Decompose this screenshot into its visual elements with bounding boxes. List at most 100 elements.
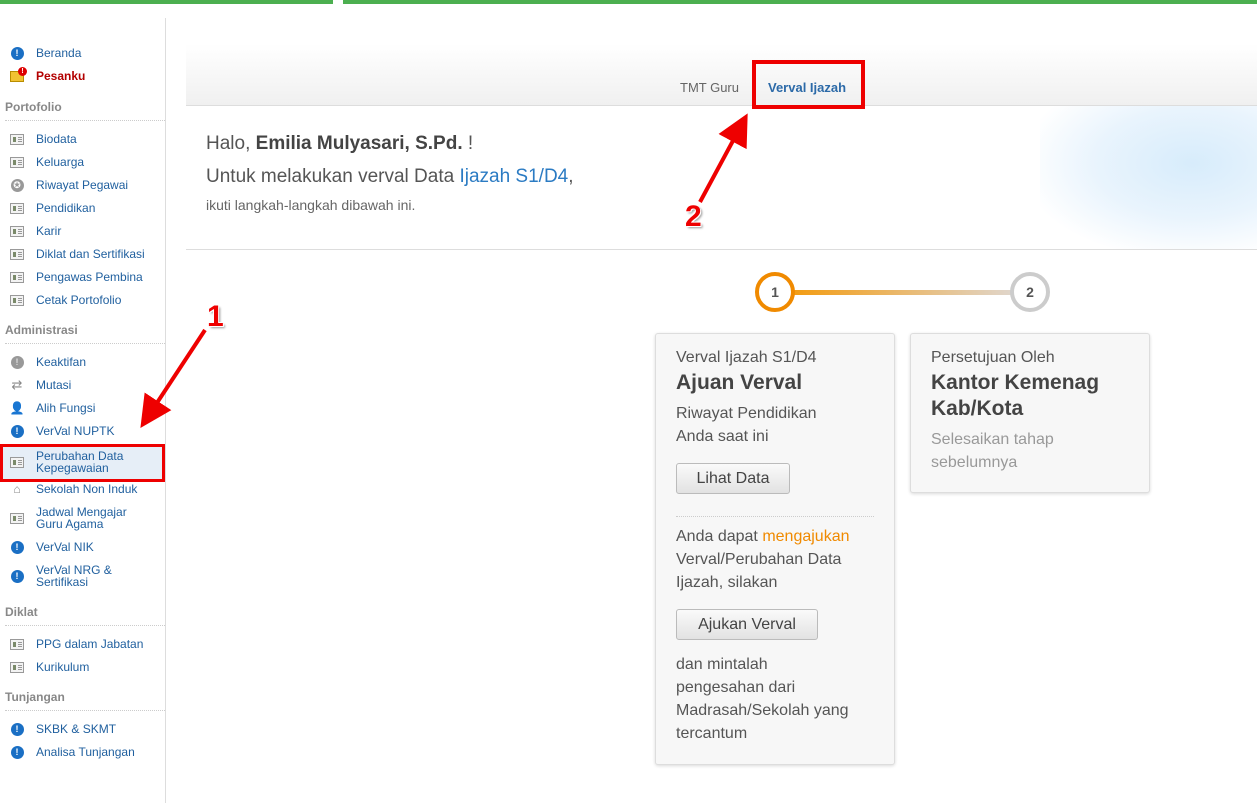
sidebar-item-label: PPG dalam Jabatan bbox=[36, 637, 144, 651]
sidebar-item-biodata[interactable]: Biodata bbox=[0, 132, 166, 146]
sidebar-item-verval-nrg[interactable]: ! VerVal NRG & Sertifikasi bbox=[0, 563, 166, 589]
sidebar-item-perubahan-data-kepegawaian[interactable]: Perubahan Data Kepegawaian bbox=[0, 447, 166, 477]
sidebar-item-label: Keluarga bbox=[36, 155, 85, 169]
sidebar-item-pesanku[interactable]: ! Pesanku bbox=[0, 66, 166, 83]
document-icon bbox=[10, 132, 24, 146]
sidebar-item-label: Analisa Tunjangan bbox=[36, 745, 135, 759]
sidebar-item-label: Biodata bbox=[36, 132, 77, 146]
sidebar-item-label: Mutasi bbox=[36, 378, 72, 392]
sidebar-item-keaktifan[interactable]: ! Keaktifan bbox=[0, 355, 166, 369]
info-icon: ! bbox=[10, 745, 24, 759]
card-paragraph: Verval/Perubahan Data bbox=[676, 551, 842, 568]
section-title-portofolio: Portofolio bbox=[5, 100, 62, 114]
sidebar-item-pendidikan[interactable]: Pendidikan bbox=[0, 201, 166, 215]
badge-icon: ✪ bbox=[10, 178, 24, 192]
top-accent-bar bbox=[0, 0, 1257, 4]
card-paragraph-text: Anda dapat bbox=[676, 528, 758, 545]
document-icon bbox=[10, 270, 24, 284]
sidebar: ! Beranda ! Pesanku Portofolio Biodata K… bbox=[0, 18, 166, 803]
sidebar-item-label: Pengawas Pembina bbox=[36, 270, 143, 284]
sidebar-item-jadwal-mengajar[interactable]: Jadwal Mengajar Guru Agama bbox=[0, 505, 166, 531]
step-progress-line bbox=[793, 290, 1013, 295]
card-footer-text: tercantum bbox=[676, 725, 748, 742]
card-subtitle: Verval Ijazah S1/D4 bbox=[676, 349, 817, 366]
sidebar-item-label: VerVal NUPTK bbox=[36, 424, 115, 438]
sidebar-item-label: Pendidikan bbox=[36, 201, 96, 215]
sidebar-item-label: Cetak Portofolio bbox=[36, 293, 122, 307]
ajukan-verval-button[interactable]: Ajukan Verval bbox=[676, 609, 818, 640]
sidebar-item-karir[interactable]: Karir bbox=[0, 224, 166, 238]
top-accent-notch bbox=[333, 0, 343, 4]
sidebar-item-skbk-skmt[interactable]: ! SKBK & SKMT bbox=[0, 722, 166, 736]
person-icon: 👤 bbox=[9, 401, 25, 415]
sidebar-item-label: VerVal NRG & Sertifikasi bbox=[36, 563, 112, 589]
sidebar-item-label: SKBK & SKMT bbox=[36, 722, 117, 736]
cloud-decoration bbox=[1040, 106, 1257, 249]
sidebar-item-ppg[interactable]: PPG dalam Jabatan bbox=[0, 637, 166, 651]
section-title-tunjangan: Tunjangan bbox=[5, 690, 65, 704]
section-divider bbox=[5, 120, 165, 121]
document-icon bbox=[10, 224, 24, 238]
step-1-circle: 1 bbox=[755, 272, 795, 312]
sidebar-item-mutasi[interactable]: ⇄ Mutasi bbox=[0, 377, 166, 392]
sidebar-item-verval-nik[interactable]: ! VerVal NIK bbox=[0, 540, 166, 554]
info-icon: ! bbox=[10, 540, 24, 554]
sidebar-item-label: VerVal NIK bbox=[36, 540, 94, 554]
highlight-box-verval-tab bbox=[752, 60, 865, 109]
section-title-diklat: Diklat bbox=[5, 605, 38, 619]
tab-bar bbox=[186, 44, 1257, 106]
sidebar-item-kurikulum[interactable]: Kurikulum bbox=[0, 660, 166, 674]
annotation-number-1: 1 bbox=[207, 300, 224, 333]
instruction-line: Untuk melakukan verval Data Ijazah S1/D4… bbox=[206, 166, 574, 188]
lihat-data-button[interactable]: Lihat Data bbox=[676, 463, 790, 494]
sidebar-item-diklat-sertifikasi[interactable]: Diklat dan Sertifikasi bbox=[0, 247, 166, 261]
sidebar-item-label: Sekolah Non Induk bbox=[36, 482, 138, 496]
tab-tmt-guru[interactable]: TMT Guru bbox=[680, 80, 739, 95]
sidebar-item-label: Jadwal Mengajar Guru Agama bbox=[36, 505, 127, 531]
card-divider bbox=[676, 516, 874, 517]
sidebar-item-label: Diklat dan Sertifikasi bbox=[36, 247, 145, 261]
card-footer-text: pengesahan dari bbox=[676, 679, 796, 696]
card-footer-text: dan mintalah bbox=[676, 656, 768, 673]
sidebar-item-label: Kurikulum bbox=[36, 660, 90, 674]
card-subtitle: Persetujuan Oleh bbox=[931, 349, 1055, 366]
step-1-card: Verval Ijazah S1/D4 Ajuan Verval Riwayat… bbox=[655, 333, 895, 765]
document-icon bbox=[10, 155, 24, 169]
section-divider bbox=[5, 343, 165, 344]
sidebar-item-riwayat-pegawai[interactable]: ✪ Riwayat Pegawai bbox=[0, 178, 166, 192]
card-title: Ajuan Verval bbox=[676, 371, 803, 394]
sidebar-item-alih-fungsi[interactable]: 👤 Alih Fungsi bbox=[0, 401, 166, 415]
sidebar-item-keluarga[interactable]: Keluarga bbox=[0, 155, 166, 169]
user-name: Emilia Mulyasari, S.Pd. bbox=[255, 133, 463, 154]
card-note: sebelumnya bbox=[931, 454, 1018, 471]
greeting-line: Halo, Emilia Mulyasari, S.Pd. ! bbox=[206, 133, 473, 155]
document-icon bbox=[10, 247, 24, 261]
sidebar-item-label: Alih Fungsi bbox=[36, 401, 96, 415]
card-paragraph: Anda dapat mengajukan bbox=[676, 528, 849, 546]
sidebar-item-label: Perubahan Data Kepegawaian bbox=[36, 449, 124, 475]
info-icon: ! bbox=[10, 424, 24, 438]
info-icon: ! bbox=[10, 722, 24, 736]
sidebar-item-verval-nuptk[interactable]: ! VerVal NUPTK bbox=[0, 424, 166, 438]
sidebar-item-beranda[interactable]: ! Beranda bbox=[0, 46, 166, 60]
ijazah-link[interactable]: Ijazah S1/D4 bbox=[459, 166, 568, 187]
sidebar-item-pengawas-pembina[interactable]: Pengawas Pembina bbox=[0, 270, 166, 284]
header-divider bbox=[186, 249, 1257, 250]
sidebar-item-label: Karir bbox=[36, 224, 62, 238]
sidebar-item-analisa-tunjangan[interactable]: ! Analisa Tunjangan bbox=[0, 745, 166, 759]
document-icon bbox=[10, 201, 24, 215]
sidebar-item-label: Pesanku bbox=[36, 69, 86, 83]
section-divider bbox=[5, 710, 165, 711]
document-icon bbox=[10, 637, 24, 651]
greeting-exclaim: ! bbox=[467, 133, 474, 154]
card-note: Selesaikan tahap bbox=[931, 431, 1054, 448]
card-paragraph: Ijazah, silakan bbox=[676, 574, 778, 591]
transfer-icon: ⇄ bbox=[11, 377, 23, 392]
sidebar-item-sekolah-non-induk[interactable]: ⌂ Sekolah Non Induk bbox=[0, 482, 166, 496]
sidebar-item-cetak-portofolio[interactable]: Cetak Portofolio bbox=[0, 293, 166, 307]
document-icon bbox=[10, 511, 24, 525]
alert-gray-icon: ! bbox=[10, 355, 24, 369]
step-2-card: Persetujuan Oleh Kantor Kemenag Kab/Kota… bbox=[910, 333, 1150, 493]
card-desc: Riwayat Pendidikan bbox=[676, 405, 817, 422]
greeting-hello: Halo, bbox=[206, 133, 251, 154]
